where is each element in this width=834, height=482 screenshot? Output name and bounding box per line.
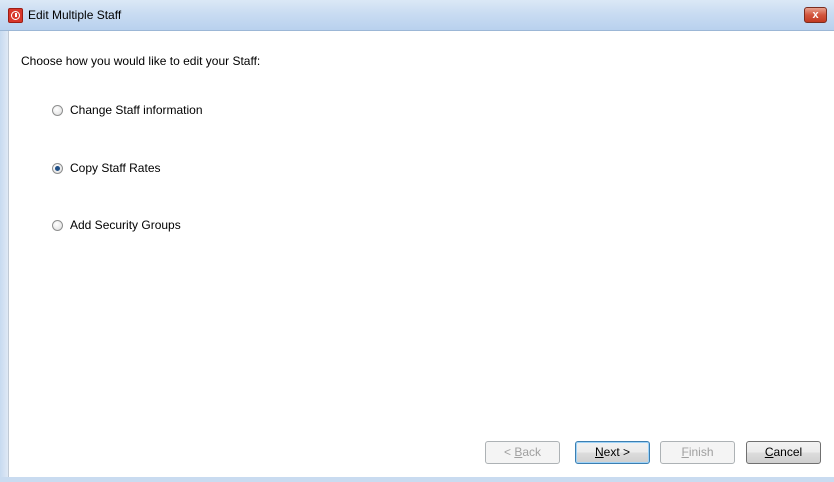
option-change-staff-information[interactable]: Change Staff information	[52, 102, 203, 118]
cancel-button-rest: ancel	[773, 445, 803, 459]
window-frame-bottom	[0, 477, 834, 482]
title-bar: Edit Multiple Staff x	[0, 0, 834, 31]
edit-multiple-staff-dialog: Edit Multiple Staff x Choose how you wou…	[0, 0, 834, 482]
back-button-rest: ack	[522, 445, 542, 459]
window-title: Edit Multiple Staff	[28, 8, 122, 22]
finish-button[interactable]: Finish	[660, 441, 735, 464]
finish-button-rest: inish	[688, 445, 714, 459]
option-label: Add Security Groups	[70, 218, 181, 232]
dialog-body	[8, 31, 834, 477]
option-copy-staff-rates[interactable]: Copy Staff Rates	[52, 160, 161, 176]
close-button[interactable]: x	[804, 7, 827, 23]
cancel-button[interactable]: Cancel	[746, 441, 821, 464]
back-button[interactable]: < Back	[485, 441, 560, 464]
window-frame-left	[0, 31, 8, 482]
radio-copy-staff-rates[interactable]	[52, 162, 63, 174]
radio-change-staff-information[interactable]	[52, 104, 63, 116]
app-power-icon	[8, 8, 23, 23]
option-label: Change Staff information	[70, 103, 203, 117]
radio-add-security-groups[interactable]	[52, 219, 63, 231]
option-add-security-groups[interactable]: Add Security Groups	[52, 217, 181, 233]
finish-button-mnemonic: F	[681, 445, 689, 459]
option-label: Copy Staff Rates	[70, 161, 161, 175]
next-button-rest: ext >	[603, 445, 631, 459]
back-button-prefix: <	[503, 445, 515, 459]
next-button[interactable]: Next >	[575, 441, 650, 464]
instruction-text: Choose how you would like to edit your S…	[21, 54, 261, 68]
next-button-mnemonic: N	[594, 445, 604, 459]
